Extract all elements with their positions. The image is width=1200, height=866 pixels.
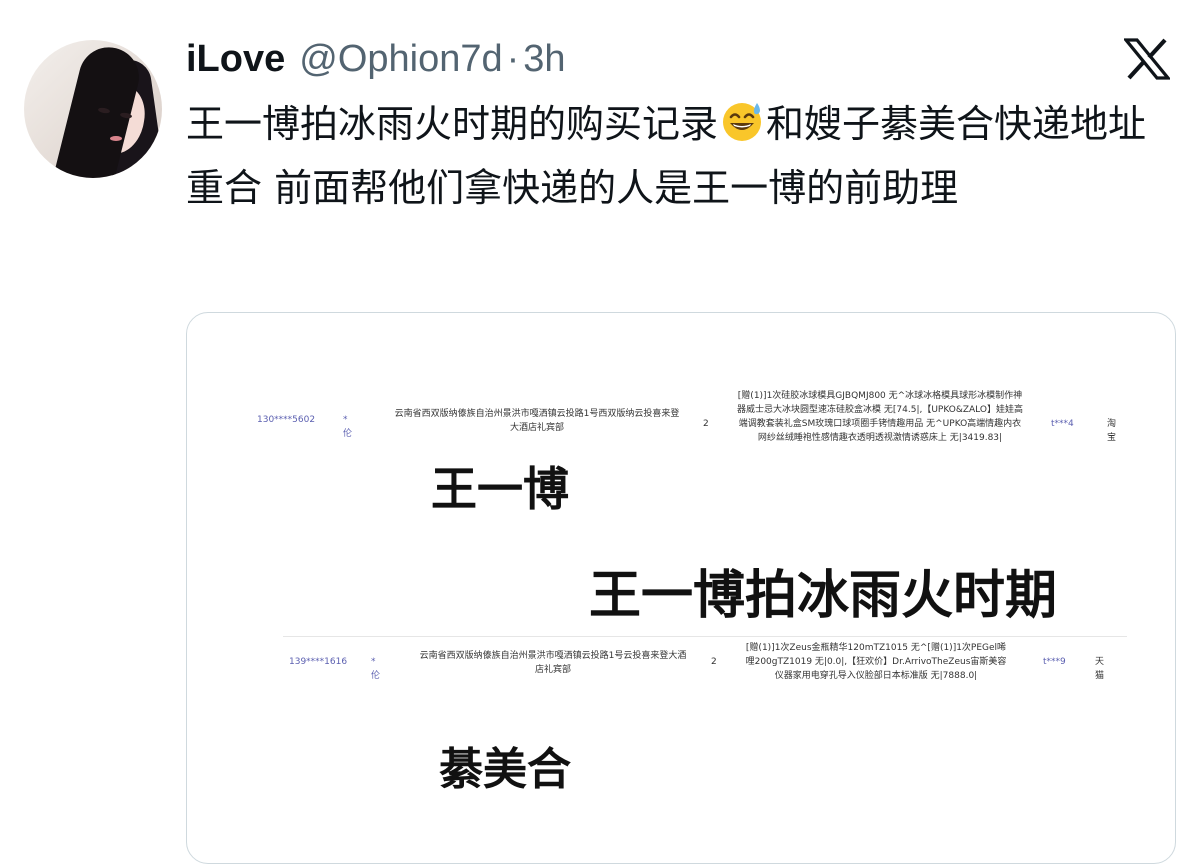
quantity-cell: 2	[711, 657, 717, 667]
items-cell: [赠(1)]1次硅胶冰球模具GJBQMJ800 无^冰球冰格模具球形冰模制作神器…	[737, 391, 1023, 443]
avatar-lips	[110, 136, 122, 141]
platform-cell: 淘宝	[1107, 419, 1117, 443]
overlay-label: 綦美合	[439, 744, 571, 795]
display-name[interactable]: iLove	[186, 38, 285, 81]
tweet-text: 王一博拍冰雨火时期的购买记录 和嫂子綦美合快递地址重合 前面帮他们拿快递的人是王…	[186, 92, 1176, 220]
platform-cell: 天猫	[1095, 657, 1105, 681]
overlay-label: 王一博	[431, 462, 569, 516]
user-handle[interactable]: @Ophion7d	[299, 38, 502, 81]
sweat-smile-emoji-icon	[723, 103, 762, 141]
address-cell: 云南省西双版纳傣族自治州景洪市嘎洒镇云投路1号西双版纳云投喜来登大酒店礼宾部	[394, 409, 680, 433]
receiver-cell: *伦	[343, 415, 353, 439]
tweet-timestamp[interactable]: 3h	[523, 38, 565, 81]
tweet-image[interactable]: 130****5602 *伦 云南省西双版纳傣族自治州景洪市嘎洒镇云投路1号西双…	[186, 312, 1176, 864]
separator-dot: ·	[506, 38, 520, 80]
tweet-header: iLove @Ophion7d · 3h	[186, 38, 566, 88]
address-cell: 云南省西双版纳傣族自治州景洪市嘎洒镇云投路1号云投喜来登大酒店礼宾部	[419, 651, 687, 675]
phone-cell: 139****1616	[289, 657, 348, 667]
seller-cell: t***9	[1043, 657, 1066, 667]
quantity-cell: 2	[703, 419, 709, 429]
phone-cell: 130****5602	[257, 415, 316, 425]
items-cell: [赠(1)]1次Zeus金瓶精华120mTZ1015 无^[赠(1)]1次PEG…	[745, 643, 1007, 681]
tweet-text-part: 王一博拍冰雨火时期的购买记录	[186, 102, 719, 146]
receiver-cell: *伦	[371, 657, 381, 681]
table-divider	[283, 636, 1127, 637]
overlay-label: 王一博拍冰雨火时期	[589, 566, 1058, 626]
x-logo-icon[interactable]	[1124, 38, 1170, 80]
avatar[interactable]	[24, 40, 162, 178]
seller-cell: t***4	[1051, 419, 1074, 429]
